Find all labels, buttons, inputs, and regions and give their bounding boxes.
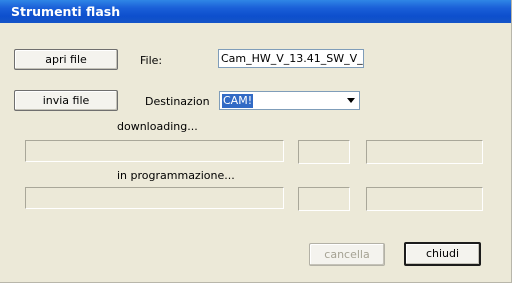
close-button-label: chiudi [425,247,460,260]
open-file-button[interactable]: apri file [14,49,118,70]
destination-label: Destinazion [145,95,210,108]
flash-tools-dialog: Strumenti flash apri file File: Cam_HW_V… [0,0,512,283]
programming-label: in programmazione... [117,169,235,182]
downloading-label: downloading... [117,120,198,133]
programming-count-box [298,187,350,211]
destination-selected-value: CAM! [222,94,254,108]
file-label: File: [140,54,163,67]
file-path-field[interactable]: Cam_HW_V_13.41_SW_V_ [218,49,364,68]
close-button[interactable]: chiudi [404,242,481,266]
cancel-button-label: cancella [324,248,370,261]
download-status-box [366,140,483,164]
send-file-button-label: invia file [42,94,90,107]
cancel-button[interactable]: cancella [309,243,385,266]
download-progress-bar [25,140,284,162]
programming-progress-bar [25,187,284,209]
chevron-down-icon[interactable] [343,92,359,109]
programming-status-box [366,187,483,211]
send-file-button[interactable]: invia file [14,90,118,111]
dialog-title: Strumenti flash [0,0,511,23]
destination-dropdown[interactable]: CAM! [219,91,360,110]
open-file-button-label: apri file [45,53,87,66]
download-count-box [298,140,350,164]
